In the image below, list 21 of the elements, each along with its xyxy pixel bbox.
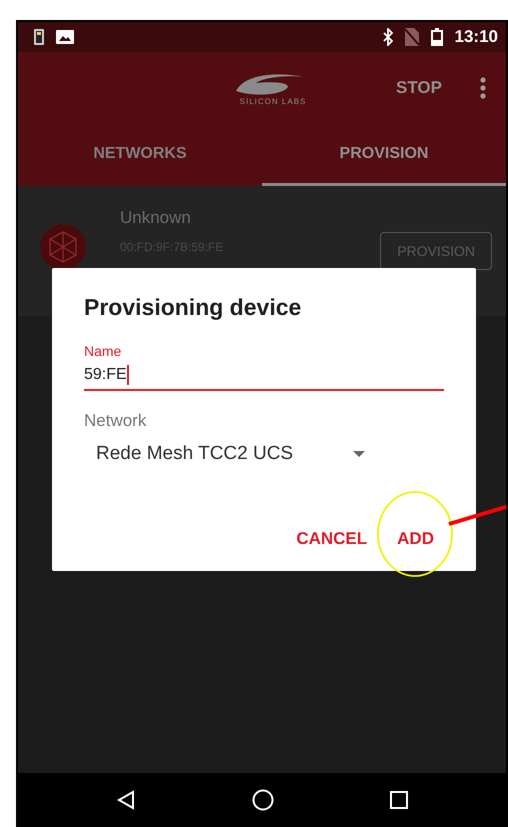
bluetooth-icon xyxy=(382,28,393,46)
tab[interactable]: NETWORKS xyxy=(18,124,262,186)
image-icon xyxy=(56,30,74,44)
dropdown-arrow-icon xyxy=(353,451,366,457)
dialog-action-button[interactable]: ADD xyxy=(397,525,434,553)
battery-icon xyxy=(430,28,443,46)
recents-icon[interactable] xyxy=(390,791,408,809)
stop-button[interactable]: STOP xyxy=(396,78,442,98)
name-label: Name xyxy=(84,343,122,359)
clock-time: 13:10 xyxy=(454,27,498,47)
home-icon[interactable] xyxy=(252,789,274,811)
network-label: Network xyxy=(84,411,148,431)
more-options-icon[interactable] xyxy=(480,77,486,99)
device-name: Unknown xyxy=(120,208,192,228)
no-sim-icon xyxy=(404,28,419,46)
back-icon[interactable] xyxy=(116,790,136,810)
network-dropdown[interactable]: Rede Mesh TCC2 UCS xyxy=(84,431,444,477)
dialog-action-button[interactable]: CANCEL xyxy=(296,525,368,553)
logo-text: SILICON LABS xyxy=(240,96,306,106)
battery-saver-icon xyxy=(34,29,44,45)
name-input-field[interactable]: 59:FE xyxy=(84,359,444,391)
